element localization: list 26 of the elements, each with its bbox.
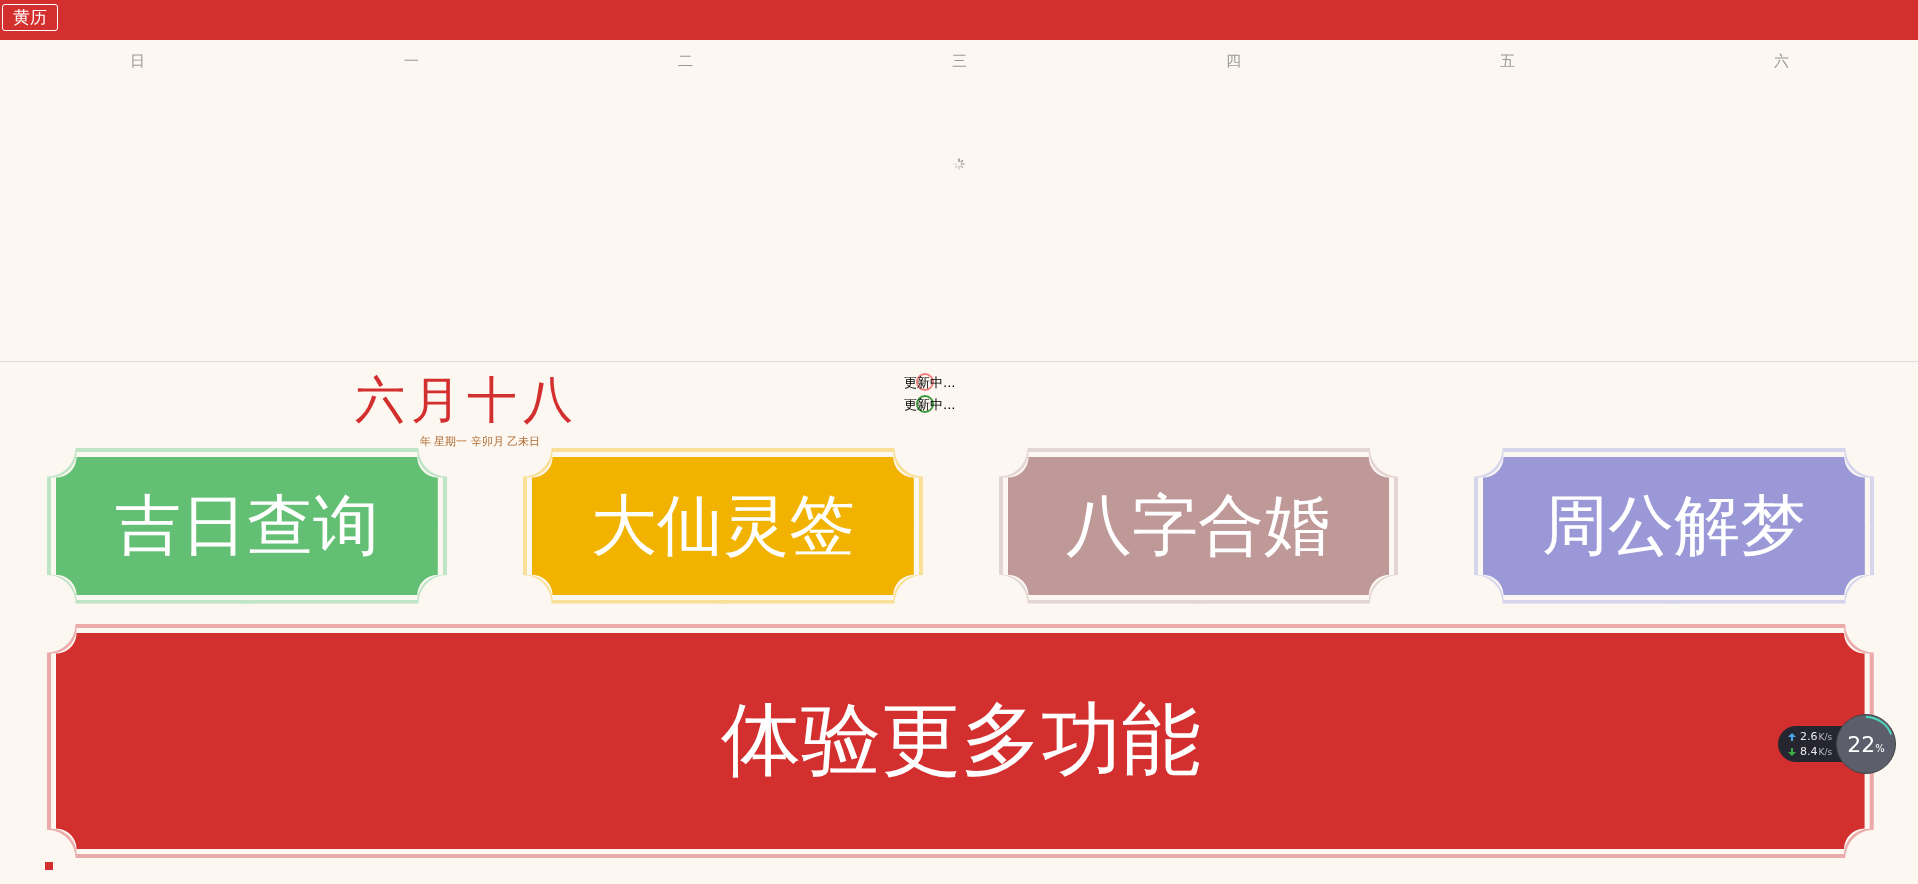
weekday-label: 日 (129, 51, 145, 71)
load-value: 22 (1847, 731, 1876, 757)
weekday-label: 三 (951, 51, 967, 71)
feature-button[interactable]: 大仙灵签 (522, 448, 923, 604)
weekday-label: 四 (1225, 51, 1241, 71)
speed-unit: K/s (1818, 731, 1833, 742)
upload-speed: 2.6 (1800, 730, 1818, 743)
app-icon (45, 862, 53, 870)
weekday-label: 二 (677, 51, 693, 71)
update-status-text: 更新中... (904, 374, 956, 392)
load-unit: % (1875, 742, 1885, 754)
feature-button[interactable]: 八字合婚 (998, 448, 1399, 604)
upload-arrow-icon (1788, 732, 1796, 741)
weekday-label: 六 (1773, 51, 1789, 71)
loading-spinner-icon (953, 158, 965, 170)
weekday-label: 一 (403, 51, 419, 71)
weekday-label: 五 (1499, 51, 1515, 71)
download-arrow-icon (1788, 747, 1796, 756)
date-detail: 年 星期一 辛卯月 乙未日 (420, 435, 541, 448)
feature-button[interactable]: 吉日查询 (47, 448, 447, 604)
feature-button[interactable]: 周公解梦 (1474, 448, 1874, 604)
app-title-button[interactable]: 黄历 (2, 4, 58, 31)
lunar-date: 六月十八 (355, 370, 579, 430)
gauge-arc (1865, 715, 1893, 736)
speed-unit: K/s (1818, 746, 1833, 757)
download-speed: 8.4 (1800, 745, 1818, 758)
